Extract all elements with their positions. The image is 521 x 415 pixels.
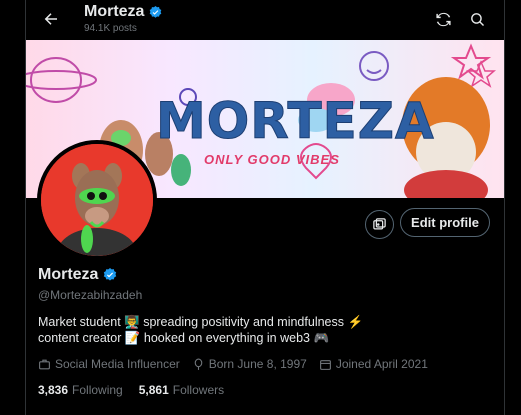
following-count: 3,836 bbox=[38, 383, 69, 397]
joined-item: Joined April 2021 bbox=[319, 357, 428, 371]
avatar[interactable] bbox=[37, 140, 157, 260]
header-name: Morteza bbox=[84, 3, 145, 20]
birthday-item: Born June 8, 1997 bbox=[192, 357, 307, 371]
banner-title: MORTEZA bbox=[156, 92, 435, 151]
profile-display-name: Morteza bbox=[38, 266, 118, 284]
gallery-icon bbox=[373, 218, 386, 230]
search-icon bbox=[470, 12, 484, 26]
verified-badge-icon bbox=[150, 5, 162, 18]
refresh-icon bbox=[435, 12, 451, 26]
edit-profile-button[interactable]: Edit profile bbox=[400, 208, 490, 237]
right-gutter bbox=[505, 0, 521, 415]
balloon-icon bbox=[194, 358, 203, 370]
joined-text: Joined April 2021 bbox=[335, 357, 428, 371]
briefcase-icon bbox=[39, 359, 50, 369]
verified-badge-icon[interactable] bbox=[102, 267, 118, 283]
back-button[interactable] bbox=[38, 6, 64, 32]
banner-subtitle: ONLY GOOD VIBES bbox=[204, 152, 340, 167]
profile-handle: @Mortezabihzadeh bbox=[38, 288, 143, 302]
followers-link[interactable]: 5,861 Followers bbox=[139, 383, 224, 397]
profile-bio: Market student 👨‍🏫 spreading positivity … bbox=[38, 314, 478, 346]
follow-stats: 3,836 Following 5,861 Followers bbox=[38, 383, 224, 397]
bio-line-1: Market student 👨‍🏫 spreading positivity … bbox=[38, 315, 364, 329]
following-label: Following bbox=[72, 383, 123, 397]
profile-header: Morteza 94.1K posts bbox=[26, 0, 504, 40]
refresh-button[interactable] bbox=[430, 6, 456, 32]
birthday-text: Born June 8, 1997 bbox=[208, 357, 307, 371]
category-item: Social Media Influencer bbox=[38, 357, 180, 371]
followers-count: 5,861 bbox=[138, 383, 169, 397]
following-link[interactable]: 3,836 Following bbox=[38, 383, 123, 397]
avatar-ape-image bbox=[41, 144, 153, 256]
category-text: Social Media Influencer bbox=[55, 357, 180, 371]
bio-line-2: content creator 📝 hooked on everything i… bbox=[38, 331, 330, 345]
calendar-icon bbox=[319, 359, 331, 370]
more-options-button[interactable] bbox=[365, 210, 394, 239]
arrow-left-icon bbox=[44, 13, 57, 25]
followers-label: Followers bbox=[172, 383, 225, 397]
left-gutter bbox=[0, 0, 25, 415]
header-title: Morteza bbox=[84, 3, 163, 21]
search-button[interactable] bbox=[464, 6, 490, 32]
profile-meta: Social Media Influencer Born June 8, 199… bbox=[38, 357, 440, 371]
post-count: 94.1K posts bbox=[84, 23, 137, 34]
profile-name: Morteza bbox=[38, 266, 99, 283]
